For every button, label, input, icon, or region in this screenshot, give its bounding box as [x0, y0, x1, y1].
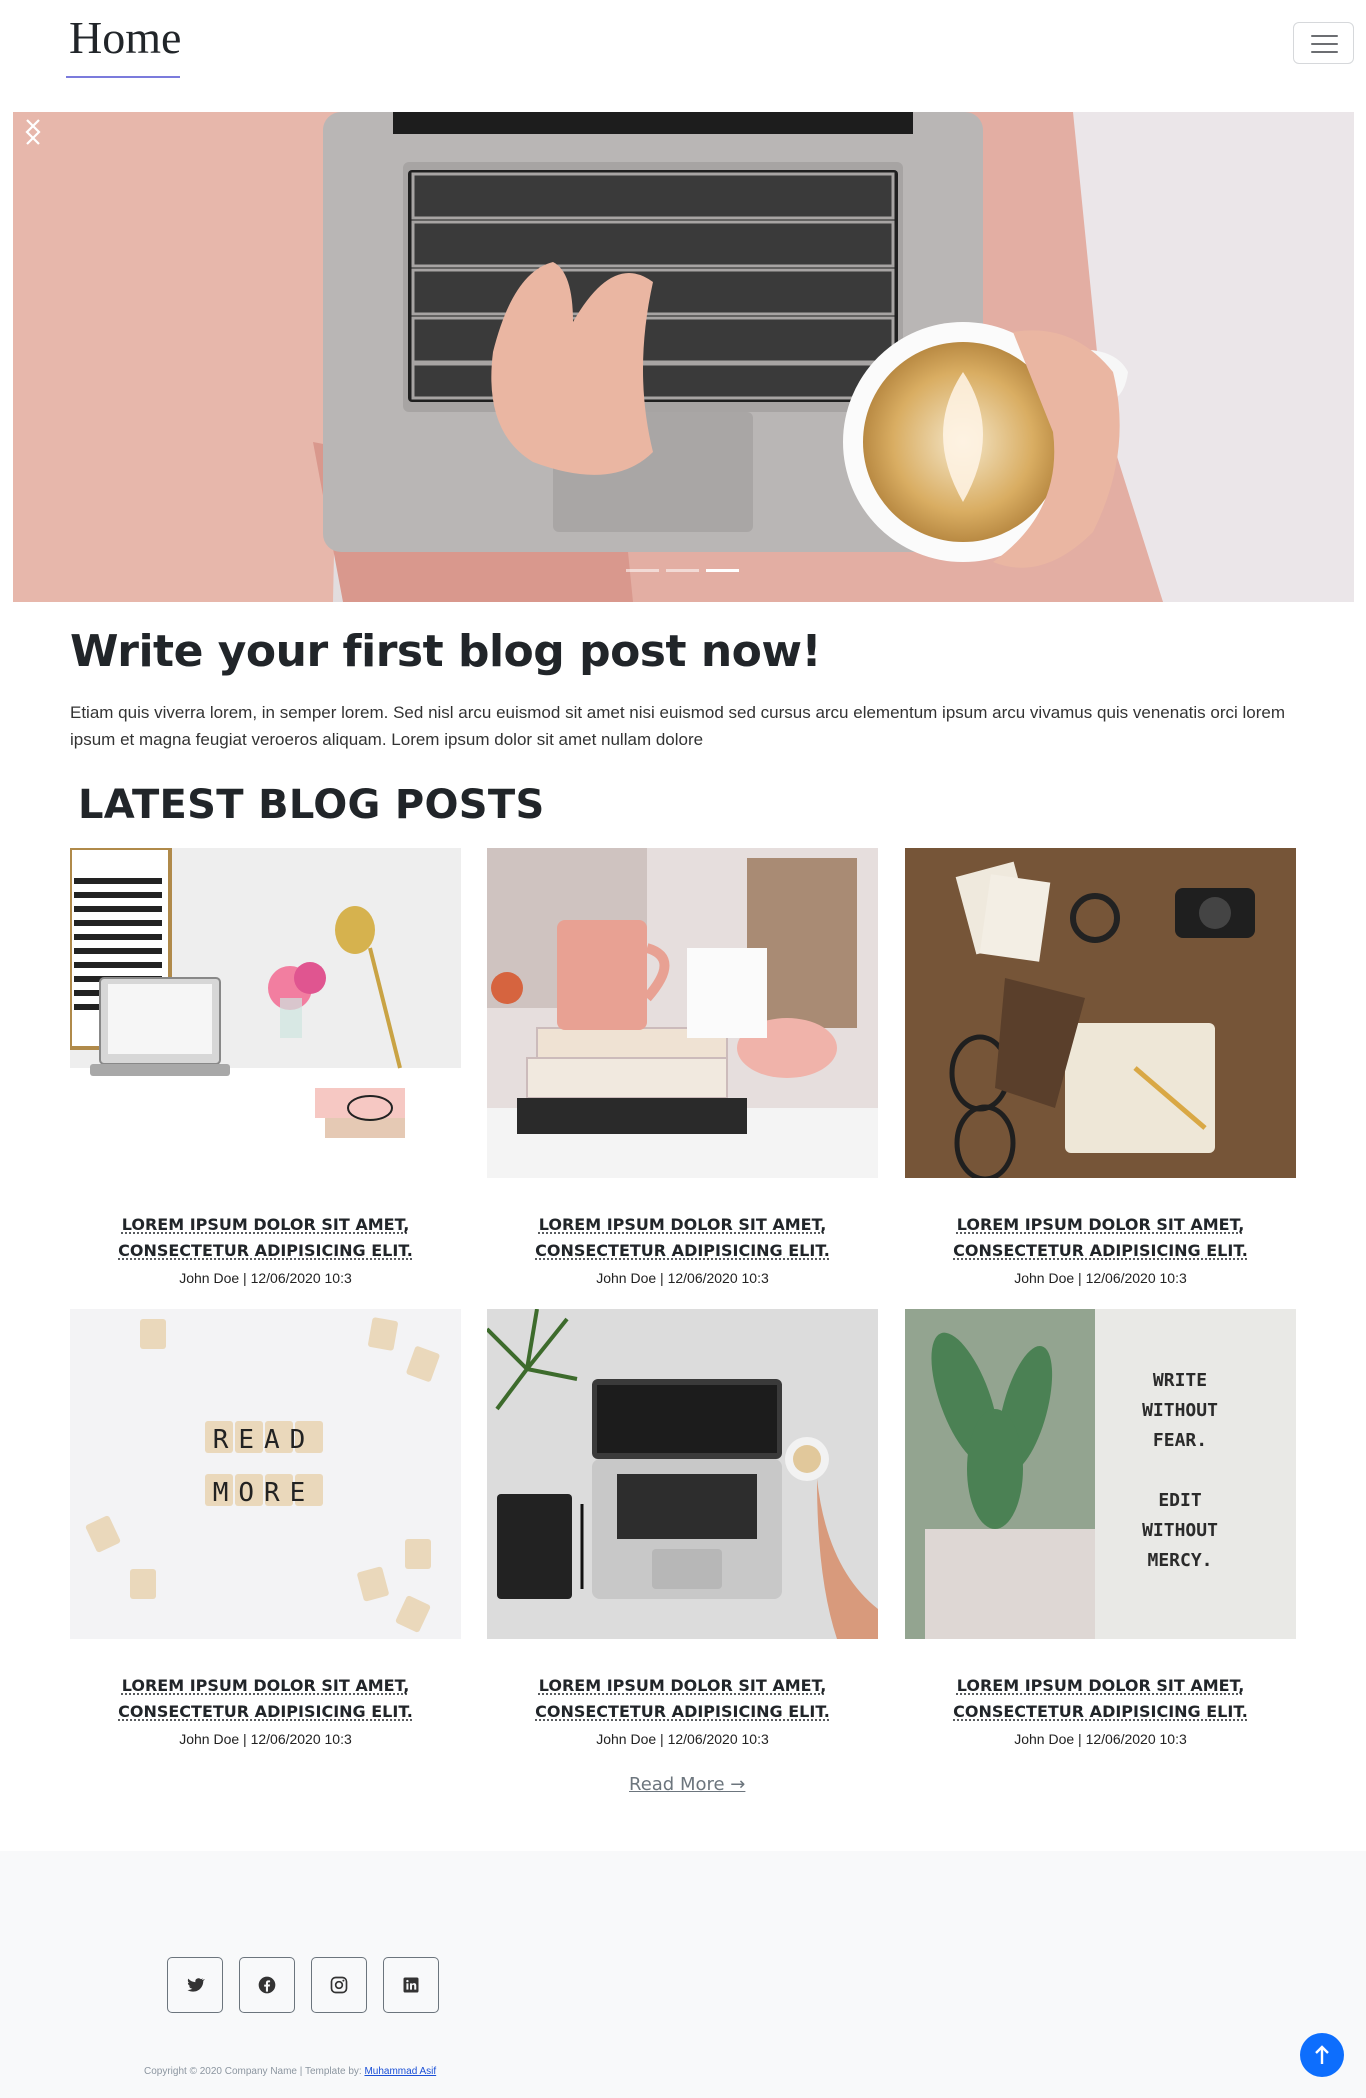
- intro-text: Etiam quis viverra lorem, in semper lore…: [70, 703, 1286, 749]
- hamburger-icon-bar: [1311, 51, 1338, 53]
- intro-title: Write your first blog post now!: [70, 626, 822, 677]
- post-thumbnail[interactable]: [905, 848, 1296, 1178]
- twitter-icon-button[interactable]: [167, 1957, 223, 2013]
- post-meta: John Doe | 12/06/2020 10:3: [1014, 1731, 1187, 1747]
- instagram-icon: [330, 1976, 348, 1994]
- footer: Copyright © 2020 Company Name | Template…: [0, 1851, 1366, 2098]
- carousel-indicators: [626, 569, 739, 572]
- latest-posts-heading: LATEST BLOG POSTS: [78, 782, 545, 828]
- quote-line: WRITE: [1153, 1370, 1207, 1391]
- hero-image: [13, 112, 1354, 602]
- twitter-icon: [187, 1978, 205, 1992]
- quote-line: WITHOUT: [1142, 1400, 1218, 1421]
- post-thumbnail[interactable]: [70, 848, 461, 1178]
- quote-line: MERCY.: [1147, 1550, 1212, 1571]
- carousel-indicator-2[interactable]: [666, 569, 699, 572]
- post-thumbnail[interactable]: [487, 848, 878, 1178]
- author-link[interactable]: Muhammad Asif: [364, 2066, 436, 2077]
- post-title-line[interactable]: CONSECTETUR ADIPISICING ELIT.: [487, 1699, 878, 1725]
- post-meta: John Doe | 12/06/2020 10:3: [1014, 1270, 1187, 1286]
- facebook-icon: [258, 1976, 276, 1994]
- hero-carousel[interactable]: [13, 112, 1354, 602]
- copyright-text: Copyright © 2020 Company Name | Template…: [144, 2066, 436, 2077]
- quote-line: EDIT: [1158, 1490, 1202, 1511]
- post-title[interactable]: LOREM IPSUM DOLOR SIT AMET, CONSECTETUR …: [487, 1212, 878, 1264]
- post-title[interactable]: LOREM IPSUM DOLOR SIT AMET, CONSECTETUR …: [905, 1212, 1296, 1264]
- post-title-line[interactable]: CONSECTETUR ADIPISICING ELIT.: [70, 1238, 461, 1264]
- post-title-line[interactable]: LOREM IPSUM DOLOR SIT AMET,: [70, 1212, 461, 1238]
- hamburger-icon: [1311, 35, 1338, 37]
- post-title-line[interactable]: LOREM IPSUM DOLOR SIT AMET,: [487, 1673, 878, 1699]
- post-title-line[interactable]: LOREM IPSUM DOLOR SIT AMET,: [905, 1212, 1296, 1238]
- post-title-line[interactable]: LOREM IPSUM DOLOR SIT AMET,: [487, 1212, 878, 1238]
- linkedin-icon-button[interactable]: [383, 1957, 439, 2013]
- post-meta: John Doe | 12/06/2020 10:3: [596, 1270, 769, 1286]
- linkedin-icon: [403, 1977, 419, 1993]
- post-title-line[interactable]: LOREM IPSUM DOLOR SIT AMET,: [70, 1673, 461, 1699]
- brand-active-underline: [66, 76, 180, 78]
- chevron-right-icon[interactable]: [13, 112, 53, 152]
- brand-home-link[interactable]: Home: [69, 10, 181, 66]
- post-title[interactable]: LOREM IPSUM DOLOR SIT AMET, CONSECTETUR …: [70, 1212, 461, 1264]
- facebook-icon-button[interactable]: [239, 1957, 295, 2013]
- post-meta: John Doe | 12/06/2020 10:3: [596, 1731, 769, 1747]
- post-title[interactable]: LOREM IPSUM DOLOR SIT AMET, CONSECTETUR …: [905, 1673, 1296, 1725]
- instagram-icon-button[interactable]: [311, 1957, 367, 2013]
- navbar: Home: [0, 0, 1366, 112]
- post-meta: John Doe | 12/06/2020 10:3: [179, 1731, 352, 1747]
- copyright-prefix: Copyright © 2020 Company Name | Template…: [144, 2066, 365, 2077]
- post-title-line[interactable]: CONSECTETUR ADIPISICING ELIT.: [487, 1238, 878, 1264]
- post-title-line[interactable]: LOREM IPSUM DOLOR SIT AMET,: [905, 1673, 1296, 1699]
- hamburger-icon-bar: [1311, 43, 1338, 45]
- post-title[interactable]: LOREM IPSUM DOLOR SIT AMET, CONSECTETUR …: [70, 1673, 461, 1725]
- post-title-line[interactable]: CONSECTETUR ADIPISICING ELIT.: [905, 1238, 1296, 1264]
- quote-line: FEAR.: [1153, 1430, 1207, 1451]
- post-meta: John Doe | 12/06/2020 10:3: [179, 1270, 352, 1286]
- read-tiles: READ: [213, 1425, 316, 1455]
- carousel-indicator-1[interactable]: [626, 569, 659, 572]
- navbar-toggler-button[interactable]: [1293, 22, 1354, 64]
- post-title-line[interactable]: CONSECTETUR ADIPISICING ELIT.: [70, 1699, 461, 1725]
- more-tiles: MORE: [213, 1478, 316, 1508]
- post-thumbnail[interactable]: WRITE WITHOUT FEAR. EDIT WITHOUT MERCY.: [905, 1309, 1296, 1639]
- read-more-link[interactable]: Read More →: [629, 1774, 745, 1795]
- post-title[interactable]: LOREM IPSUM DOLOR SIT AMET, CONSECTETUR …: [487, 1673, 878, 1725]
- post-thumbnail[interactable]: READ MORE: [70, 1309, 461, 1639]
- carousel-indicator-3[interactable]: [706, 569, 739, 572]
- quote-line: WITHOUT: [1142, 1520, 1218, 1541]
- post-thumbnail[interactable]: [487, 1309, 878, 1639]
- arrow-up-icon: [1315, 2045, 1329, 2064]
- back-to-top-button[interactable]: [1300, 2033, 1344, 2077]
- post-title-line[interactable]: CONSECTETUR ADIPISICING ELIT.: [905, 1699, 1296, 1725]
